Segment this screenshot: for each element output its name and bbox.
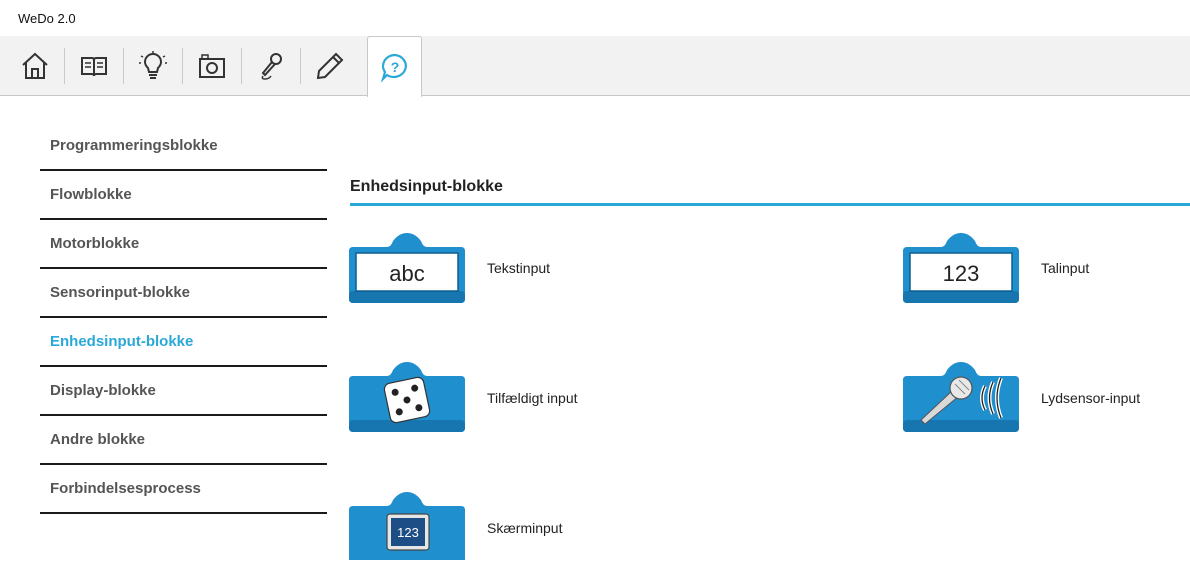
block-label-tilfaeldigt-input: Tilfældigt input	[487, 390, 578, 406]
help-bubble-icon: ?	[380, 53, 407, 83]
edit-button[interactable]	[301, 36, 358, 95]
nav-item-enhedsinput-blokke[interactable]: Enhedsinput-blokke	[40, 318, 327, 367]
block-tekstinput[interactable]: abc	[349, 233, 465, 308]
main-toolbar: ?	[0, 36, 1190, 97]
pencil-icon	[316, 52, 343, 79]
nav-item-andre-blokke[interactable]: Andre blokke	[40, 416, 327, 465]
block-label-skaerminput: Skærminput	[487, 520, 563, 536]
camera-button[interactable]	[183, 36, 240, 95]
block-skaerminput[interactable]: 123	[349, 492, 465, 565]
lightbulb-icon	[138, 50, 167, 79]
section-title: Enhedsinput-blokke	[350, 178, 503, 195]
home-icon	[21, 52, 48, 79]
book-button[interactable]	[65, 36, 122, 95]
svg-text:abc: abc	[389, 261, 424, 286]
svg-text:123: 123	[397, 525, 419, 540]
svg-text:123: 123	[943, 261, 980, 286]
nav-item-flowblokke[interactable]: Flowblokke	[40, 171, 327, 220]
idea-button[interactable]	[124, 36, 181, 95]
dice-icon	[349, 362, 465, 432]
home-button[interactable]	[6, 36, 63, 95]
app-title: WeDo 2.0	[18, 11, 76, 26]
block-talinput[interactable]: 123	[903, 233, 1019, 308]
nav-item-display-blokke[interactable]: Display-blokke	[40, 367, 327, 416]
microphone-icon	[903, 362, 1019, 432]
book-icon	[80, 56, 107, 76]
block-tilfaeldigt-input[interactable]	[349, 362, 465, 437]
camera-icon	[198, 53, 225, 78]
section-divider	[350, 203, 1190, 206]
svg-text:?: ?	[390, 59, 399, 75]
block-label-tekstinput: Tekstinput	[487, 260, 551, 276]
block-lydsensor-input[interactable]	[903, 362, 1019, 437]
help-navigation: Programmeringsblokke Flowblokke Motorblo…	[40, 122, 327, 514]
display-input-icon: 123	[349, 492, 465, 560]
nav-item-sensorinput-blokke[interactable]: Sensorinput-blokke	[40, 269, 327, 318]
text-input-icon: abc	[349, 233, 465, 303]
title-bar: WeDo 2.0	[0, 0, 1190, 36]
nav-item-forbindelsesprocess[interactable]: Forbindelsesprocess	[40, 465, 327, 514]
nav-item-programmeringsblokke[interactable]: Programmeringsblokke	[40, 122, 327, 171]
block-label-lydsensor-input: Lydsensor-input	[1041, 390, 1141, 406]
record-button[interactable]	[242, 36, 299, 95]
help-button[interactable]: ?	[367, 36, 422, 97]
number-input-icon: 123	[903, 233, 1019, 303]
nav-item-motorblokke[interactable]: Motorblokke	[40, 220, 327, 269]
microphone-pen-icon	[261, 52, 282, 80]
block-label-talinput: Talinput	[1041, 260, 1090, 276]
